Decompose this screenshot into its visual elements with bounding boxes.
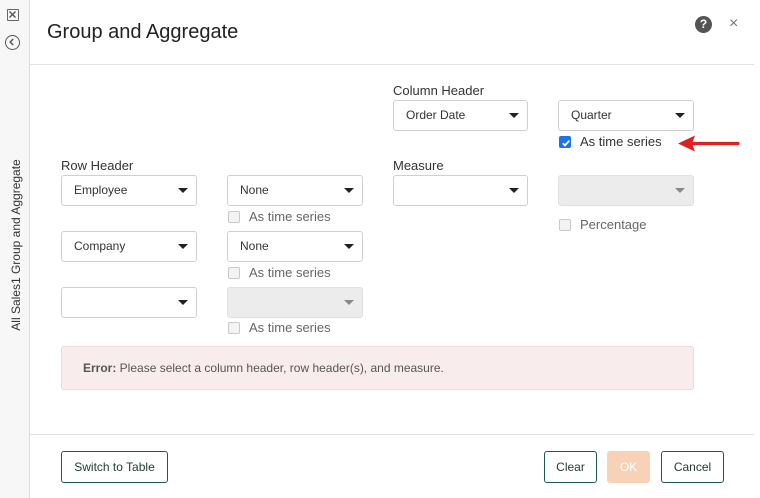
row-header-2-field-value: Company [74, 239, 126, 253]
error-prefix: Error: [83, 361, 117, 375]
chevron-down-icon [675, 188, 685, 193]
measure-label: Measure [393, 158, 444, 173]
column-header-field-value: Order Date [406, 108, 466, 122]
checkbox-checked-icon[interactable] [559, 136, 571, 148]
clear-button[interactable]: Clear [544, 451, 597, 483]
error-message: Please select a column header, row heade… [116, 361, 444, 375]
measure-aggregate-select [558, 175, 694, 206]
row-header-1-interval-value: None [240, 183, 269, 197]
row-header-3-interval-select [227, 287, 363, 318]
ok-button[interactable]: OK [607, 451, 650, 483]
column-time-series-label: As time series [580, 134, 662, 149]
sidebar-vertical-title: All Sales1 Group and Aggregate [9, 159, 23, 331]
back-icon[interactable] [5, 35, 20, 50]
row-header-1-interval-select[interactable]: None [227, 175, 363, 206]
switch-to-table-button[interactable]: Switch to Table [61, 451, 168, 483]
chevron-down-icon [509, 188, 519, 193]
column-header-interval-value: Quarter [571, 108, 612, 122]
checkbox-unchecked-icon[interactable] [228, 267, 240, 279]
checkbox-unchecked-icon[interactable] [559, 219, 571, 231]
help-icon[interactable]: ? [695, 16, 712, 33]
error-banner: Error: Please select a column header, ro… [61, 346, 694, 390]
column-header-field-select[interactable]: Order Date [393, 100, 528, 131]
dialog-title: Group and Aggregate [47, 21, 239, 43]
chevron-down-icon [344, 300, 354, 305]
header-divider [30, 64, 754, 65]
chevron-down-icon [178, 244, 188, 249]
row-header-label: Row Header [61, 158, 134, 173]
row-2-time-series-label: As time series [249, 265, 331, 280]
left-sidebar: All Sales1 Group and Aggregate [0, 0, 30, 498]
chevron-down-icon [675, 113, 685, 118]
annotation-arrow-icon [678, 135, 740, 152]
chevron-down-icon [178, 188, 188, 193]
chevron-down-icon [178, 300, 188, 305]
chevron-down-icon [509, 113, 519, 118]
row-header-2-field-select[interactable]: Company [61, 231, 197, 262]
column-header-interval-select[interactable]: Quarter [558, 100, 694, 131]
checkbox-unchecked-icon[interactable] [228, 211, 240, 223]
row-header-1-field-value: Employee [74, 183, 128, 197]
chevron-down-icon [344, 188, 354, 193]
row-1-time-series-label: As time series [249, 209, 331, 224]
percentage-label: Percentage [580, 217, 647, 232]
row-header-2-interval-select[interactable]: None [227, 231, 363, 262]
chevron-down-icon [344, 244, 354, 249]
cancel-button[interactable]: Cancel [661, 451, 724, 483]
close-icon[interactable]: × [729, 14, 738, 34]
close-panel-icon[interactable] [7, 9, 19, 21]
row-header-2-interval-value: None [240, 239, 269, 253]
row-header-3-field-select[interactable] [61, 287, 197, 318]
measure-field-select[interactable] [393, 175, 528, 206]
footer-divider [30, 434, 754, 435]
checkbox-unchecked-icon[interactable] [228, 322, 240, 334]
column-header-label: Column Header [393, 83, 485, 98]
row-3-time-series-label: As time series [249, 320, 331, 335]
row-header-1-field-select[interactable]: Employee [61, 175, 197, 206]
